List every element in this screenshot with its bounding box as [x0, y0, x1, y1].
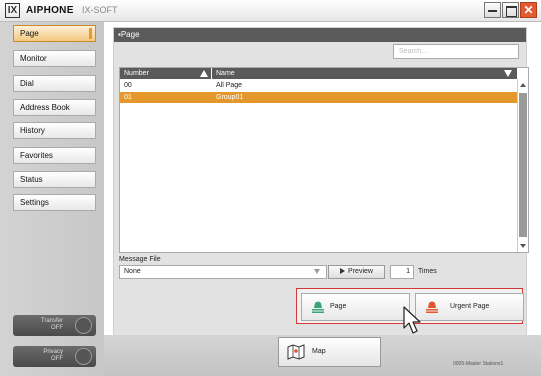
map-button-label: Map: [312, 348, 326, 355]
close-button[interactable]: ✕: [520, 2, 537, 18]
panel-title: ▪Page: [114, 28, 526, 42]
sidebar-item-dial[interactable]: Dial: [13, 75, 96, 92]
transfer-toggle-text: Transfer OFF: [41, 318, 63, 332]
mouse-cursor-icon: [403, 306, 421, 334]
sort-desc-icon: [504, 70, 512, 77]
page-bell-icon: [312, 301, 324, 313]
page-button[interactable]: Page: [301, 293, 410, 321]
chevron-down-icon: [314, 269, 320, 274]
sidebar-item-page[interactable]: Page: [13, 25, 96, 42]
table-row[interactable]: 00 All Page: [120, 80, 517, 91]
sidebar-item-address-book[interactable]: Address Book: [13, 99, 96, 116]
privacy-toggle-label: Privacy: [43, 349, 63, 355]
row-number: 01: [124, 94, 132, 101]
sidebar-item-favorites[interactable]: Favorites: [13, 147, 96, 164]
preview-button[interactable]: Preview: [328, 265, 385, 279]
map-button[interactable]: Map: [278, 337, 381, 367]
urgent-page-button-label: Urgent Page: [450, 303, 490, 310]
transfer-toggle[interactable]: Transfer OFF: [13, 315, 96, 336]
message-file-value: None: [124, 268, 141, 275]
sidebar-item-status[interactable]: Status: [13, 171, 96, 188]
sidebar: Page Monitor Dial Address Book History F…: [0, 22, 104, 376]
privacy-toggle-knob[interactable]: [75, 348, 92, 365]
times-input[interactable]: 1: [390, 265, 414, 279]
page-group-table: Number Name 00 All Page 01 Group01: [119, 67, 529, 253]
app-suffix: IX-SOFT: [82, 5, 118, 15]
column-header-number[interactable]: Number: [120, 68, 211, 79]
transfer-toggle-label: Transfer: [40, 318, 63, 324]
times-label: Times: [418, 268, 437, 275]
scroll-thumb[interactable]: [519, 93, 527, 237]
transfer-toggle-knob[interactable]: [75, 317, 92, 334]
sort-asc-icon: [200, 70, 208, 77]
app-brand: AIPHONE: [26, 5, 74, 16]
sidebar-item-history[interactable]: History: [13, 122, 96, 139]
scroll-down-icon[interactable]: [520, 244, 526, 248]
row-number: 00: [124, 82, 132, 89]
sidebar-item-settings[interactable]: Settings: [13, 194, 96, 211]
urgent-page-bell-icon: [426, 301, 438, 313]
search-input[interactable]: Search...: [393, 44, 519, 59]
privacy-toggle-state: OFF: [51, 356, 63, 362]
ix-logo-icon: IX: [5, 3, 20, 18]
minimize-button[interactable]: [484, 2, 501, 18]
transfer-toggle-state: OFF: [51, 325, 63, 331]
message-file-label: Message File: [119, 256, 161, 263]
privacy-toggle[interactable]: Privacy OFF: [13, 346, 96, 367]
urgent-page-button[interactable]: Urgent Page: [415, 293, 524, 321]
column-name-label: Name: [216, 70, 235, 77]
map-icon: [287, 344, 305, 360]
status-text: 0005-Master Stations1: [453, 361, 504, 367]
sidebar-item-monitor[interactable]: Monitor: [13, 50, 96, 67]
row-name: Group01: [216, 94, 244, 101]
column-header-name[interactable]: Name: [212, 68, 517, 79]
column-number-label: Number: [124, 70, 149, 77]
scroll-up-icon[interactable]: [520, 83, 526, 87]
maximize-button[interactable]: [502, 2, 519, 18]
table-row-selected[interactable]: 01 Group01: [120, 92, 517, 103]
message-file-select[interactable]: None: [119, 265, 327, 279]
page-button-label: Page: [330, 303, 347, 310]
title-bar: IX AIPHONE IX-SOFT ✕: [0, 0, 541, 22]
table-scrollbar[interactable]: [517, 79, 528, 252]
row-name: All Page: [216, 82, 243, 89]
preview-label: Preview: [348, 268, 373, 275]
privacy-toggle-text: Privacy OFF: [43, 349, 63, 363]
play-icon: [340, 268, 346, 274]
